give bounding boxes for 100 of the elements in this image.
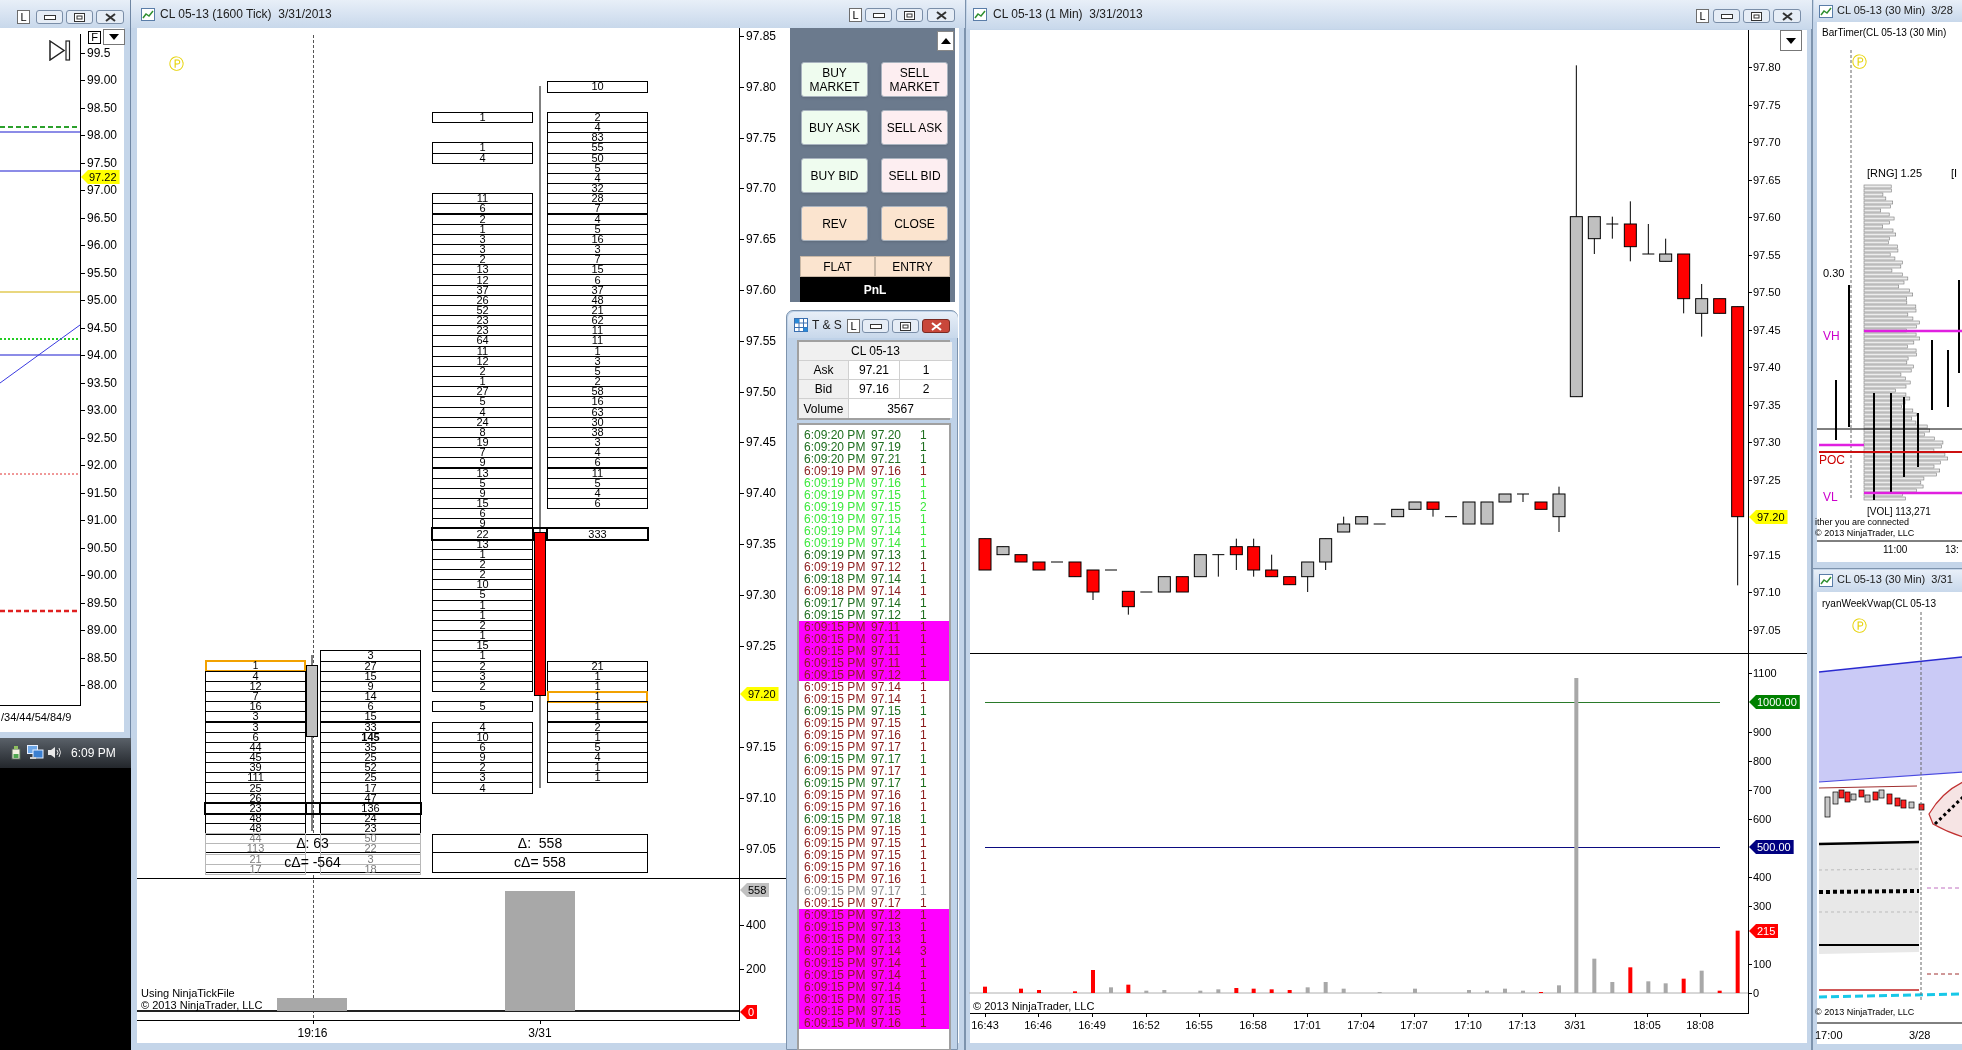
bid-volume-cell: 9 <box>432 487 533 499</box>
trade-time: 6:09:19 PM <box>804 489 866 501</box>
order-button[interactable]: BUY MARKET <box>801 62 868 97</box>
axis-label: 97.10 <box>746 791 777 805</box>
ask-volume-cell: 37 <box>547 284 648 296</box>
ask-volume-cell: 3 <box>547 437 648 449</box>
trade-size: 1 <box>920 933 927 945</box>
axis-label: 17:13 <box>1508 1019 1536 1031</box>
axis-label: 97.55 <box>746 333 777 348</box>
trade-size: 1 <box>920 573 927 585</box>
order-button[interactable]: SELL BID <box>881 158 948 193</box>
ask-volume-cell: 9 <box>320 680 421 692</box>
order-button[interactable]: BUY BID <box>801 158 868 193</box>
ask-volume-cell: 11 <box>547 325 648 337</box>
chart-icon <box>973 8 987 21</box>
minimize-button[interactable] <box>1713 9 1740 23</box>
trade-time: 6:09:15 PM <box>804 909 866 921</box>
maximize-button[interactable] <box>1743 9 1770 23</box>
bid-volume-cell: 2 <box>432 254 533 266</box>
axis-label: 400 <box>1753 871 1772 883</box>
ask-volume-cell: 5 <box>547 741 648 753</box>
volume-tag: 1000.00 <box>1749 695 1800 709</box>
battery-icon <box>10 746 22 760</box>
bid-volume-cell: 1 <box>432 599 533 611</box>
close-button[interactable] <box>922 319 950 333</box>
order-button[interactable]: CLOSE <box>881 206 948 241</box>
trade-price: 97.11 <box>871 645 901 657</box>
bid-volume-cell: 7 <box>432 447 533 459</box>
f-button[interactable]: F <box>88 31 101 44</box>
l-button[interactable]: L <box>17 10 30 24</box>
bid-volume-cell: 2 <box>432 680 533 692</box>
axis-label: 300 <box>1753 900 1772 912</box>
l-button[interactable]: L <box>849 8 862 22</box>
minimize-button[interactable] <box>36 10 63 24</box>
trade-size: 1 <box>920 909 927 921</box>
ask-volume-cell: 55 <box>547 142 648 154</box>
l-button[interactable]: L <box>1696 9 1709 23</box>
order-button[interactable]: SELL MARKET <box>881 62 948 97</box>
trade-time: 6:09:20 PM <box>804 453 866 465</box>
close-button[interactable] <box>927 8 955 22</box>
axis-label: 200 <box>746 962 767 976</box>
ask-volume-cell: 5 <box>547 223 648 235</box>
bid-volume-cell: 52 <box>432 304 533 317</box>
trade-price: 97.12 <box>871 909 902 921</box>
ask-volume-cell: 1 <box>547 701 648 713</box>
trade-time: 6:09:15 PM <box>804 753 866 765</box>
maximize-button[interactable] <box>896 8 923 22</box>
axis-label: 93.50 <box>87 375 118 390</box>
close-button[interactable] <box>96 10 124 24</box>
mode-button[interactable]: FLAT <box>800 256 875 277</box>
order-button[interactable]: REV <box>801 206 868 241</box>
ask-volume-cell: 30 <box>547 416 648 428</box>
trade-size: 1 <box>920 885 927 897</box>
axis-label: 16:49 <box>1078 1019 1106 1031</box>
trade-time: 6:09:15 PM <box>804 993 866 1005</box>
trade-price: 97.14 <box>871 981 902 993</box>
axis-label: 97.70 <box>1753 136 1781 149</box>
trade-price: 97.17 <box>871 753 902 765</box>
close-button[interactable] <box>1773 9 1801 23</box>
maximize-button[interactable] <box>66 10 93 24</box>
minimize-button[interactable] <box>865 8 892 22</box>
axis-label: 97.05 <box>1753 623 1781 636</box>
trade-price: 97.14 <box>871 525 902 537</box>
volume-number: 22 <box>364 843 377 855</box>
trade-price: 97.21 <box>871 453 902 465</box>
axis-label: 97.85 <box>746 29 777 43</box>
trade-price: 97.15 <box>871 489 902 501</box>
trade-price: 97.14 <box>871 969 902 981</box>
axis-label: 99.5 <box>87 45 111 60</box>
bid-volume-cell: 12 <box>432 355 533 367</box>
mode-button[interactable]: ENTRY <box>875 256 950 277</box>
trade-size: 1 <box>920 537 927 549</box>
trade-time: 6:09:18 PM <box>804 585 866 597</box>
volume-number: 50 <box>364 833 377 845</box>
scroll-up-button[interactable] <box>937 31 954 51</box>
minimize-icon <box>43 14 56 20</box>
dropdown-button[interactable] <box>103 29 125 45</box>
price-tag: 97.20 <box>740 687 779 701</box>
trade-price: 97.13 <box>871 933 902 945</box>
l-button[interactable]: L <box>847 319 860 333</box>
trade-price: 97.17 <box>871 777 902 789</box>
minimize-button[interactable] <box>862 319 889 333</box>
trade-price: 97.16 <box>871 729 902 741</box>
network-icon <box>27 745 44 760</box>
trade-time: 6:09:15 PM <box>804 933 866 945</box>
axis-label: 94.00 <box>87 348 118 362</box>
ask-volume-cell: 16 <box>547 233 648 245</box>
axis-label: 98.50 <box>87 100 118 115</box>
trade-price: 97.16 <box>871 789 902 801</box>
bid-volume-cell: 3 <box>432 772 533 784</box>
maximize-button[interactable] <box>892 319 919 333</box>
order-button[interactable]: SELL ASK <box>881 110 948 145</box>
trade-time: 6:09:15 PM <box>804 609 866 621</box>
dropdown-button[interactable] <box>1780 30 1802 51</box>
trade-price: 97.11 <box>871 621 901 633</box>
trade-size: 1 <box>920 657 927 669</box>
maximize-icon <box>900 321 911 331</box>
axis-label: 97.40 <box>1753 361 1781 374</box>
ask-volume-cell: 7 <box>547 254 648 266</box>
order-button[interactable]: BUY ASK <box>801 110 868 145</box>
